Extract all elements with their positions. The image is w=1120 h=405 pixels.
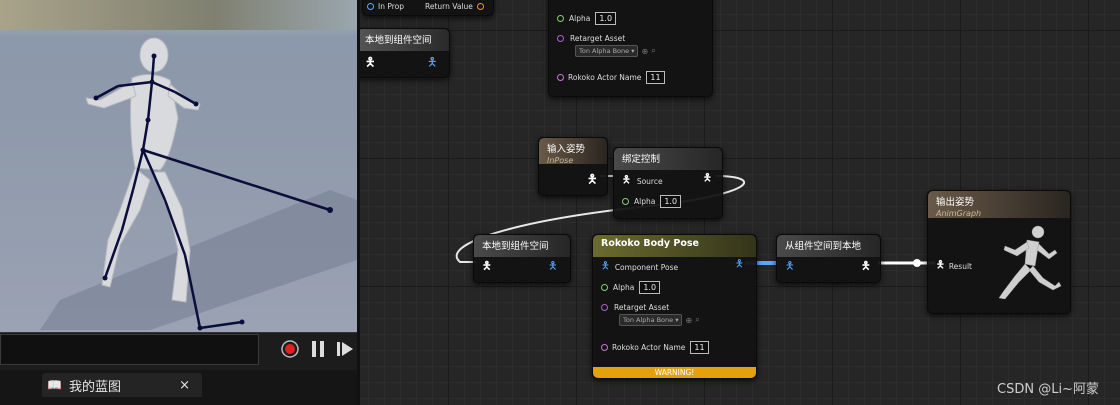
my-blueprint-tab[interactable]: 📖 我的蓝图 ×	[42, 373, 202, 397]
alpha-value-field[interactable]: 1.0	[660, 195, 682, 208]
actor-name-pin[interactable]: Rokoko Actor Name 11	[557, 71, 665, 84]
retarget-asset-pin[interactable]: Retarget Asset	[557, 34, 625, 43]
node-title: 本地到组件空间	[360, 29, 449, 51]
result-pin[interactable]: 🯅 Result	[936, 258, 972, 275]
use-selected-icon[interactable]: ⊕	[685, 316, 692, 325]
source-pin-icon: 🯅	[622, 175, 631, 186]
pose-output-pin-icon[interactable]: 🯅	[587, 170, 598, 191]
retarget-asset-dropdown[interactable]: Ton Alpha Bone ▾	[619, 314, 683, 326]
top-left-node[interactable]: In Prop Return Value	[362, 0, 494, 16]
component-pose-output-pin-icon[interactable]: 🯅	[548, 257, 558, 276]
alpha-pin[interactable]: Alpha 1.0	[601, 281, 661, 294]
browse-icon[interactable]: ⌕	[651, 46, 655, 56]
node-title: 输入姿势	[547, 144, 586, 155]
return-value-pin[interactable]: Return Value	[425, 2, 484, 11]
retarget-pin-icon	[557, 35, 564, 42]
component-to-local-node[interactable]: 从组件空间到本地 🯅 🯅	[776, 234, 881, 283]
pose-input-pin-icon[interactable]: 🯅	[482, 257, 492, 276]
warning-banner: WARNING!	[593, 367, 756, 378]
alpha-pin-icon	[601, 284, 608, 291]
actor-name-pin[interactable]: Rokoko Actor Name 11	[601, 341, 709, 354]
actor-name-field[interactable]: 11	[646, 71, 665, 84]
pause-icon	[312, 341, 324, 357]
local-to-component-node[interactable]: 本地到组件空间 🯅 🯅	[473, 234, 571, 283]
output-pose-node[interactable]: 输出姿势 AnimGraph 🯅 Result	[927, 190, 1071, 314]
node-subtitle: AnimGraph	[936, 209, 982, 218]
close-icon[interactable]: ×	[179, 378, 190, 393]
pose-output-pin-icon[interactable]: 🯅	[703, 171, 712, 188]
node-title: 输出姿势	[936, 197, 975, 208]
in-prop-pin-icon	[367, 3, 374, 10]
alpha-pin[interactable]: Alpha 1.0	[557, 12, 617, 25]
timeline-field[interactable]	[0, 334, 259, 365]
retarget-pin-icon	[601, 304, 608, 311]
node-title: 绑定控制	[614, 148, 722, 170]
retarget-asset-dropdown-row: Ton Alpha Bone ▾ ⊕ ⌕	[575, 45, 656, 57]
play-icon	[337, 342, 353, 356]
browse-icon[interactable]: ⌕	[695, 315, 699, 325]
return-value-pin-icon	[476, 3, 484, 10]
actor-name-pin-icon	[601, 344, 608, 351]
pose-output-pin-icon[interactable]: 🯅	[735, 257, 744, 274]
alpha-pin-icon	[557, 15, 564, 22]
pause-button[interactable]	[307, 336, 329, 362]
bind-control-node[interactable]: 绑定控制 🯅 Source 🯅 Alpha 1.0	[613, 147, 723, 219]
node-title: Rokoko Body Pose	[593, 235, 756, 257]
alpha-pin-icon	[622, 198, 629, 205]
node-header: 输出姿势 AnimGraph	[928, 191, 1070, 218]
input-pose-node[interactable]: 输入姿势 InPose 🯅	[538, 137, 608, 196]
source-pin[interactable]: 🯅 Source	[622, 173, 663, 190]
use-selected-icon[interactable]: ⊕	[641, 47, 648, 56]
alpha-value-field[interactable]: 1.0	[595, 12, 617, 25]
play-button[interactable]	[334, 336, 356, 362]
alpha-value-field[interactable]: 1.0	[639, 281, 661, 294]
actor-name-field[interactable]: 11	[690, 341, 709, 354]
retarget-asset-pin[interactable]: Retarget Asset	[601, 303, 669, 312]
watermark-text: CSDN @Li~阿蒙	[997, 382, 1099, 397]
in-prop-pin[interactable]: In Prop	[367, 2, 404, 11]
retarget-asset-dropdown-row: Ton Alpha Bone ▾ ⊕ ⌕	[619, 314, 700, 326]
actor-name-pin-icon	[557, 74, 564, 81]
retarget-asset-dropdown[interactable]: Ton Alpha Bone ▾	[575, 45, 639, 57]
component-pose-pin-icon: 🯅	[601, 261, 610, 272]
tab-label: 我的蓝图	[68, 379, 121, 395]
component-pose-input-pin-icon[interactable]: 🯅	[785, 257, 795, 276]
anim-graph-canvas[interactable]: In Prop Return Value 本地到组件空间 🯅 🯅 Alpha 1…	[360, 0, 1120, 405]
pose-output-pin-icon[interactable]: 🯅	[427, 53, 438, 74]
character-skeleton-preview	[40, 37, 357, 331]
node-title: 从组件空间到本地	[777, 235, 880, 257]
record-icon	[281, 340, 299, 358]
rokoko-body-pose-node-top[interactable]: Alpha 1.0 Retarget Asset Ton Alpha Bone …	[548, 0, 713, 97]
book-icon: 📖	[47, 378, 62, 392]
animation-preview-viewport[interactable]	[0, 0, 357, 332]
local-to-component-node-top[interactable]: 本地到组件空间 🯅 🯅	[360, 28, 450, 78]
rokoko-body-pose-node[interactable]: Rokoko Body Pose 🯅 Component Pose 🯅 Alph…	[592, 234, 757, 379]
result-pin-icon: 🯅	[936, 260, 945, 271]
pose-output-pin-icon[interactable]: 🯅	[861, 257, 871, 276]
running-figure-icon	[998, 225, 1062, 300]
node-title: 本地到组件空间	[474, 235, 570, 257]
node-header: 输入姿势 InPose	[539, 138, 607, 165]
node-subtitle: InPose	[547, 156, 574, 165]
record-button[interactable]	[279, 336, 301, 362]
alpha-pin[interactable]: Alpha 1.0	[622, 195, 682, 208]
component-pose-pin[interactable]: 🯅 Component Pose	[601, 259, 678, 276]
pose-pin-icon[interactable]: 🯅	[365, 53, 376, 74]
